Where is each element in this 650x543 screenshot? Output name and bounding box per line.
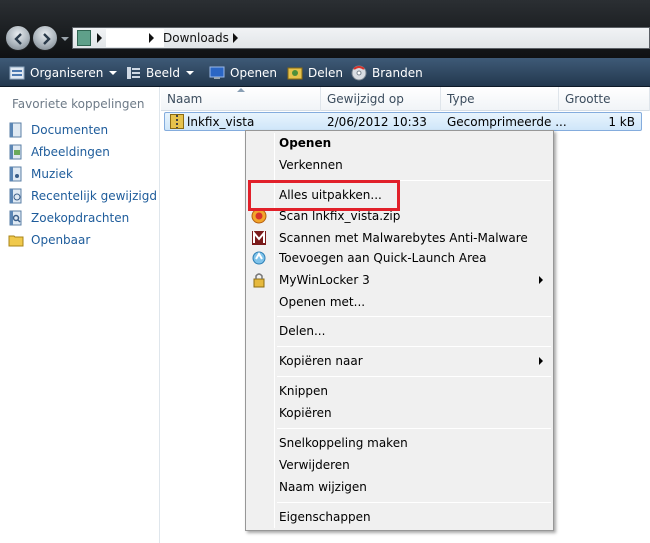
menu-separator xyxy=(277,502,551,503)
organise-icon xyxy=(9,65,25,81)
view-button[interactable]: Beeld xyxy=(125,64,194,82)
nav-item-label: Afbeeldingen xyxy=(31,145,110,159)
menu-item-quick-launch[interactable]: Toevoegen aan Quick-Launch Area xyxy=(279,249,487,267)
zip-folder-icon xyxy=(170,114,184,129)
menu-item-rename[interactable]: Naam wijzigen xyxy=(279,478,367,496)
malwarebytes-icon xyxy=(252,230,266,245)
back-button[interactable] xyxy=(5,25,31,51)
nav-item-public[interactable]: Openbaar xyxy=(8,231,90,249)
annotation-highlight-box xyxy=(248,180,400,211)
recent-icon xyxy=(8,188,24,204)
music-icon xyxy=(8,166,24,182)
nav-item-label: Muziek xyxy=(31,167,73,181)
organise-button[interactable]: Organiseren xyxy=(9,64,118,82)
chevron-down-icon xyxy=(109,71,118,75)
recent-pages-dropdown-icon[interactable] xyxy=(61,35,69,43)
breadcrumb-blank[interactable] xyxy=(106,29,164,47)
column-size-header[interactable]: Grootte xyxy=(559,87,650,111)
back-arrow-icon xyxy=(14,33,22,45)
submenu-arrow-icon xyxy=(539,276,543,284)
menu-item-copy-to[interactable]: Kopiëren naar xyxy=(279,352,363,370)
file-type: Gecomprimeerde ... xyxy=(447,115,567,129)
breadcrumb-chevron-icon[interactable] xyxy=(233,33,238,43)
pictures-icon xyxy=(8,144,24,160)
menu-item-malwarebytes[interactable]: Scannen met Malwarebytes Anti-Malware xyxy=(279,229,528,247)
breadcrumb-chevron-icon[interactable] xyxy=(149,33,154,43)
menu-item-explore[interactable]: Verkennen xyxy=(279,156,343,174)
menu-item-mywinlocker[interactable]: MyWinLocker 3 xyxy=(279,271,370,289)
menu-separator xyxy=(277,316,551,317)
command-bar: Organiseren Beeld Openen Delen Branden xyxy=(0,58,650,87)
menu-separator xyxy=(277,376,551,377)
sort-ascending-icon xyxy=(237,88,245,92)
share-label: Delen xyxy=(308,66,343,80)
public-folder-icon xyxy=(8,232,24,248)
menu-separator xyxy=(277,428,551,429)
breadcrumb-downloads[interactable]: Downloads xyxy=(163,31,229,45)
column-size-label: Grootte xyxy=(565,92,611,106)
nav-item-pictures[interactable]: Afbeeldingen xyxy=(8,143,110,161)
menu-item-properties[interactable]: Eigenschappen xyxy=(279,508,371,526)
nav-item-label: Documenten xyxy=(31,123,109,137)
menu-item-share[interactable]: Delen... xyxy=(279,322,325,340)
column-type-header[interactable]: Type xyxy=(441,87,559,111)
burn-button[interactable]: Branden xyxy=(351,64,423,82)
favorites-header: Favoriete koppelingen xyxy=(12,97,145,111)
nav-item-searches[interactable]: Zoekopdrachten xyxy=(8,209,129,227)
menu-item-delete[interactable]: Verwijderen xyxy=(279,456,350,474)
nav-item-documents[interactable]: Documenten xyxy=(8,121,108,139)
column-headers: Naam Gewijzigd op Type Grootte xyxy=(161,87,650,111)
menu-separator xyxy=(277,346,551,347)
burn-label: Branden xyxy=(372,66,423,80)
lock-icon xyxy=(253,273,265,288)
column-modified-label: Gewijzigd op xyxy=(327,92,404,106)
title-bar: Downloads xyxy=(0,0,650,58)
table-row[interactable]: lnkfix_vista 2/06/2012 10:33 Gecomprimee… xyxy=(164,112,642,131)
menu-item-cut[interactable]: Knippen xyxy=(279,382,328,400)
menu-item-open[interactable]: Openen xyxy=(279,134,331,152)
folder-icon xyxy=(77,30,91,46)
breadcrumb-chevron-icon[interactable] xyxy=(97,33,102,43)
open-icon xyxy=(209,65,225,81)
quick-launch-icon xyxy=(252,251,266,265)
file-name: lnkfix_vista xyxy=(187,115,255,129)
open-label: Openen xyxy=(230,66,278,80)
column-name-label: Naam xyxy=(167,92,203,106)
column-modified-header[interactable]: Gewijzigd op xyxy=(321,87,441,111)
organise-label: Organiseren xyxy=(30,66,104,80)
nav-item-label: Openbaar xyxy=(31,233,91,247)
view-label: Beeld xyxy=(146,66,180,80)
navigation-pane: Favoriete koppelingen Documenten Afbeeld… xyxy=(0,87,160,543)
chevron-down-icon xyxy=(185,71,194,75)
column-type-label: Type xyxy=(447,92,475,106)
burn-icon xyxy=(351,65,367,81)
share-icon xyxy=(287,65,303,81)
nav-item-recent[interactable]: Recentelijk gewijzigd xyxy=(8,187,157,205)
file-modified: 2/06/2012 10:33 xyxy=(327,115,427,129)
forward-arrow-icon xyxy=(43,33,51,45)
share-button[interactable]: Delen xyxy=(287,64,343,82)
nav-item-music[interactable]: Muziek xyxy=(8,165,73,183)
submenu-arrow-icon xyxy=(539,357,543,365)
open-button[interactable]: Openen xyxy=(209,64,277,82)
address-bar[interactable]: Downloads xyxy=(72,27,650,49)
menu-item-copy[interactable]: Kopiëren xyxy=(279,404,332,422)
view-icon xyxy=(125,65,141,81)
nav-item-label: Recentelijk gewijzigd xyxy=(31,189,157,203)
forward-button[interactable] xyxy=(32,25,58,51)
menu-item-open-with[interactable]: Openen met... xyxy=(279,293,365,311)
search-icon xyxy=(8,210,24,226)
file-size: 1 kB xyxy=(608,115,635,129)
documents-icon xyxy=(8,122,24,138)
nav-item-label: Zoekopdrachten xyxy=(31,211,130,225)
menu-item-create-shortcut[interactable]: Snelkoppeling maken xyxy=(279,434,408,452)
column-name-header[interactable]: Naam xyxy=(161,87,321,111)
